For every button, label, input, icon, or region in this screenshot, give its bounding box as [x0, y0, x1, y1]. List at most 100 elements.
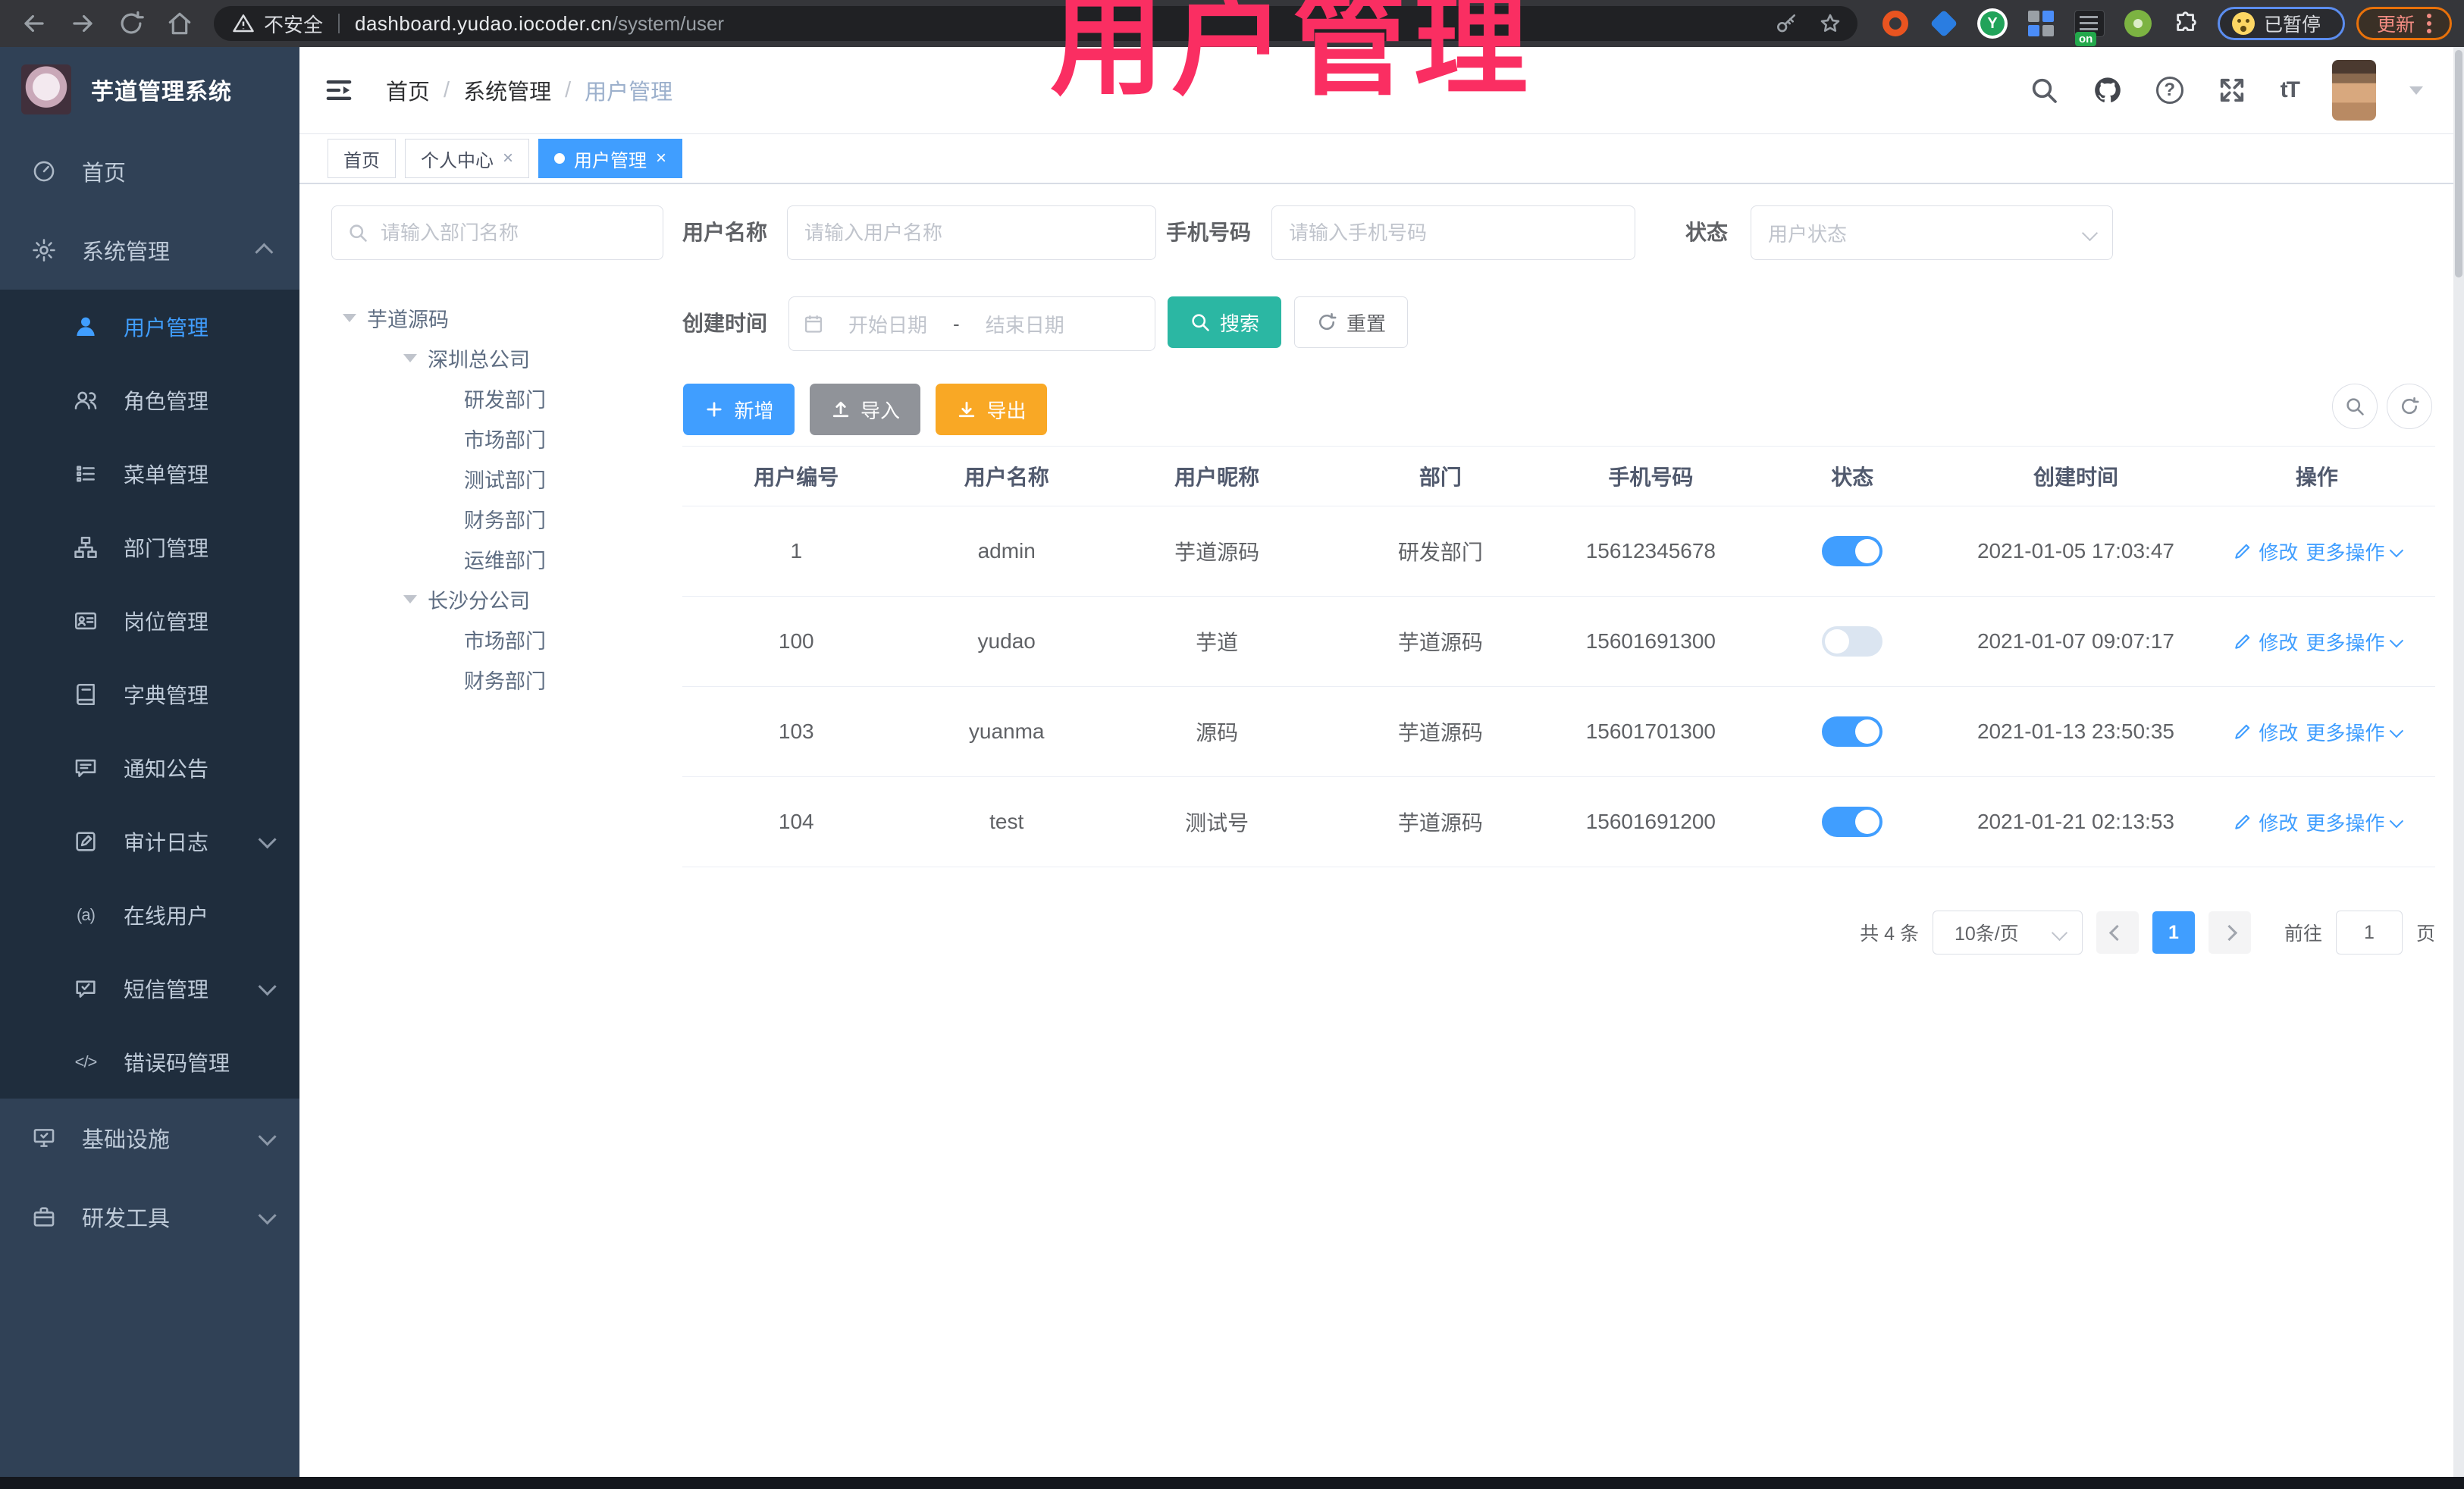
help-icon[interactable]: ?	[2155, 77, 2183, 104]
breadcrumb-home[interactable]: 首页	[386, 74, 430, 106]
sidebar-item-在线用户[interactable]: (a) 在线用户	[0, 878, 299, 951]
status-select[interactable]: 用户状态	[1751, 205, 2113, 260]
status-toggle[interactable]	[1822, 716, 1883, 747]
tab-profile[interactable]: 个人中心 ×	[405, 139, 530, 178]
tree-node-测试部门[interactable]: 测试部门	[331, 459, 665, 499]
font-size-icon[interactable]: tT	[2281, 77, 2300, 103]
edit-link[interactable]: 修改	[2233, 718, 2298, 746]
add-button[interactable]: 新增	[683, 384, 795, 435]
sidebar-item-基础设施[interactable]: 基础设施	[0, 1099, 299, 1177]
sidebar-item-错误码管理[interactable]: </> 错误码管理	[0, 1025, 299, 1099]
username-input[interactable]	[803, 220, 1140, 246]
extension-key-icon[interactable]	[2121, 7, 2155, 40]
avatar-caret-icon[interactable]	[2409, 86, 2423, 95]
more-actions-link[interactable]: 更多操作	[2306, 718, 2404, 746]
reload-icon[interactable]	[117, 9, 146, 38]
fullscreen-icon[interactable]	[2217, 75, 2247, 105]
tab-user-management[interactable]: 用户管理 ×	[538, 139, 683, 178]
online-user-icon: (a)	[77, 904, 96, 924]
close-icon[interactable]: ×	[656, 149, 666, 168]
more-actions-link[interactable]: 更多操作	[2306, 538, 2404, 566]
sidebar-item-菜单管理[interactable]: 菜单管理	[0, 437, 299, 510]
scrollbar-thumb[interactable]	[2455, 50, 2462, 277]
tree-node-研发部门[interactable]: 研发部门	[331, 378, 665, 418]
extension-y-icon[interactable]: Y	[1976, 7, 2009, 40]
sidebar-item-研发工具[interactable]: 研发工具	[0, 1177, 299, 1256]
cell-status	[1751, 807, 1953, 837]
sidebar-item-系统管理[interactable]: 系统管理	[0, 211, 299, 290]
date-range-picker[interactable]: 开始日期 - 结束日期	[788, 296, 1155, 351]
tree-node-市场部门[interactable]: 市场部门	[331, 418, 665, 459]
tree-expand-icon[interactable]	[403, 595, 417, 603]
tree-expand-icon[interactable]	[403, 354, 417, 362]
extension-puzzle-icon[interactable]	[2170, 7, 2203, 40]
page-scrollbar[interactable]	[2453, 47, 2464, 1477]
status-toggle[interactable]	[1822, 626, 1883, 657]
sidebar-item-首页[interactable]: 首页	[0, 132, 299, 211]
tree-expand-icon[interactable]	[343, 314, 356, 322]
refresh-list-button[interactable]	[2387, 384, 2432, 429]
mobile-field-box	[1271, 205, 1635, 260]
pencil-icon	[2235, 724, 2250, 739]
page-1-button[interactable]: 1	[2152, 911, 2195, 954]
more-actions-link[interactable]: 更多操作	[2306, 808, 2404, 836]
address-bar[interactable]: 不安全 dashboard.yudao.iocoder.cn/system/us…	[214, 6, 1857, 41]
next-page-button[interactable]	[2208, 911, 2251, 954]
sidebar-item-部门管理[interactable]: 部门管理	[0, 510, 299, 584]
bookmark-star-icon[interactable]	[1818, 11, 1842, 36]
sidebar-item-审计日志[interactable]: 审计日志	[0, 804, 299, 878]
sidebar-item-通知公告[interactable]: 通知公告	[0, 731, 299, 804]
cell: 15612345678	[1585, 539, 1716, 563]
password-key-icon[interactable]	[1774, 11, 1798, 36]
user-avatar[interactable]	[2332, 60, 2376, 121]
toggle-search-button[interactable]	[2332, 384, 2378, 429]
search-button[interactable]: 搜索	[1168, 296, 1281, 348]
tree-node-运维部门[interactable]: 运维部门	[331, 539, 665, 579]
browser-update-button[interactable]: 更新	[2356, 7, 2452, 40]
tree-node-市场部门[interactable]: 市场部门	[331, 619, 665, 660]
prev-page-button[interactable]	[2096, 911, 2139, 954]
mobile-input[interactable]	[1287, 220, 1619, 246]
profile-paused-chip[interactable]: 已暂停	[2218, 7, 2345, 40]
sidebar-item-用户管理[interactable]: 用户管理	[0, 290, 299, 363]
plus-icon	[707, 402, 723, 417]
sidebar-item-字典管理[interactable]: 字典管理	[0, 657, 299, 731]
app-logo[interactable]: 芋道管理系统	[0, 47, 299, 132]
tab-home[interactable]: 首页	[328, 139, 396, 178]
cell: 芋道源码	[1174, 541, 1260, 564]
more-actions-link[interactable]: 更多操作	[2306, 628, 2404, 656]
extension-squares-icon[interactable]	[2024, 7, 2058, 40]
extension-gem-icon[interactable]	[1927, 7, 1961, 40]
edit-link[interactable]: 修改	[2233, 628, 2298, 656]
edit-link[interactable]: 修改	[2233, 538, 2298, 566]
edit-link[interactable]: 修改	[2233, 808, 2298, 836]
forward-icon[interactable]	[68, 9, 97, 38]
export-button[interactable]: 导出	[936, 384, 1047, 435]
sidebar-item-短信管理[interactable]: 短信管理	[0, 951, 299, 1025]
status-toggle[interactable]	[1822, 536, 1883, 566]
sidebar-item-角色管理[interactable]: 角色管理	[0, 363, 299, 437]
sidebar-item-岗位管理[interactable]: 岗位管理	[0, 584, 299, 657]
reset-button[interactable]: 重置	[1294, 296, 1408, 348]
sidebar-collapse-icon[interactable]	[324, 75, 354, 105]
tree-node-财务部门[interactable]: 财务部门	[331, 499, 665, 539]
close-icon[interactable]: ×	[503, 149, 513, 168]
breadcrumb-system[interactable]: 系统管理	[463, 74, 551, 106]
status-toggle[interactable]	[1822, 807, 1883, 837]
tree-node-财务部门[interactable]: 财务部门	[331, 660, 665, 700]
extension-ubuntu-icon[interactable]	[1879, 7, 1912, 40]
tree-node-深圳总公司[interactable]: 深圳总公司	[331, 338, 665, 378]
github-icon[interactable]	[2093, 75, 2123, 105]
page-size-select[interactable]: 10条/页	[1932, 911, 2083, 955]
table-header: 用户编号 用户名称 用户昵称 部门 手机号码 状态 创建时间 操作	[682, 446, 2435, 506]
import-button[interactable]: 导入	[810, 384, 920, 435]
extension-list-icon[interactable]: on	[2073, 7, 2106, 46]
back-icon[interactable]	[20, 9, 49, 38]
goto-page-input[interactable]	[2335, 911, 2403, 955]
search-icon[interactable]	[2029, 75, 2059, 105]
home-icon[interactable]	[165, 9, 194, 38]
tree-node-芋道源码[interactable]: 芋道源码	[331, 298, 665, 338]
dept-search-input[interactable]	[379, 220, 647, 246]
tree-node-长沙分公司[interactable]: 长沙分公司	[331, 579, 665, 619]
browser-menu-icon[interactable]	[2427, 21, 2431, 26]
